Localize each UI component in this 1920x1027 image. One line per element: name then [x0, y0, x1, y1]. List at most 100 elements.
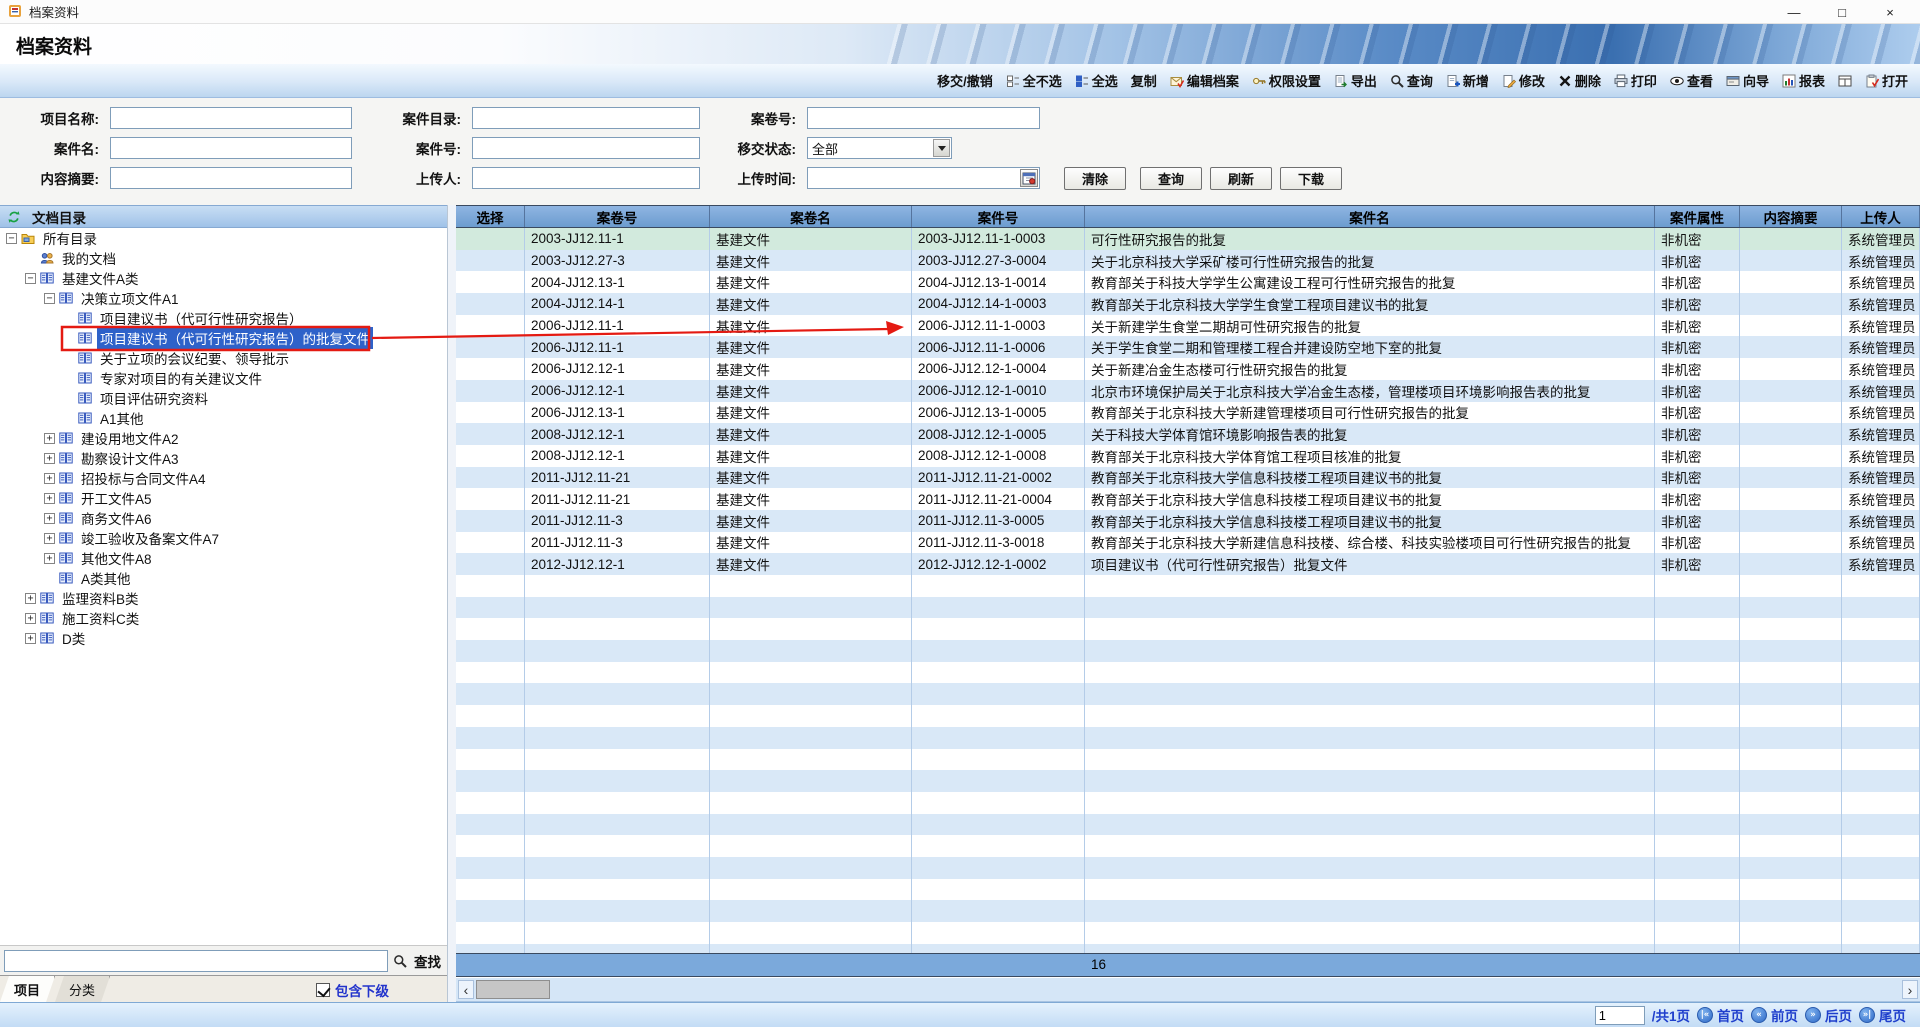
tree-node[interactable]: −基建文件A类	[0, 268, 447, 288]
table-row[interactable]: 2008-JJ12.12-1基建文件2008-JJ12.12-1-0005关于科…	[456, 423, 1920, 445]
expand-icon[interactable]: +	[44, 533, 55, 544]
panel-splitter[interactable]	[448, 205, 456, 1002]
find-button[interactable]: 查找	[393, 951, 441, 971]
expand-icon[interactable]: +	[44, 453, 55, 464]
calendar-icon[interactable]	[1020, 169, 1038, 187]
upload-time-input[interactable]	[807, 167, 1040, 189]
toolbar-button-wizard[interactable]: 向导	[1726, 71, 1769, 90]
tree-node[interactable]: +开工文件A5	[0, 488, 447, 508]
toolbar-button-report[interactable]: 报表	[1782, 71, 1825, 90]
table-row[interactable]: 2006-JJ12.12-1基建文件2006-JJ12.12-1-0004关于新…	[456, 358, 1920, 380]
toolbar-button-permission-settings[interactable]: 权限设置	[1252, 71, 1321, 90]
find-input[interactable]	[4, 950, 388, 972]
expand-icon[interactable]: +	[44, 473, 55, 484]
column-header[interactable]: 案卷号	[525, 206, 710, 227]
tree-node[interactable]: +D类	[0, 628, 447, 648]
toolbar-button-edit-archive[interactable]: 编辑档案	[1170, 71, 1239, 90]
content-summary-input[interactable]	[110, 167, 352, 189]
chevron-down-icon[interactable]	[933, 139, 950, 157]
expand-icon[interactable]: +	[25, 613, 36, 624]
collapse-icon[interactable]: −	[44, 293, 55, 304]
scroll-left-icon[interactable]: ‹	[458, 980, 474, 999]
clear-button[interactable]: 清除	[1064, 167, 1126, 190]
include-children-checkbox[interactable]	[316, 983, 330, 997]
tree-node[interactable]: +其他文件A8	[0, 548, 447, 568]
tab-category[interactable]: 分类	[55, 976, 110, 1002]
tree-node[interactable]: +商务文件A6	[0, 508, 447, 528]
table-row[interactable]: 2004-JJ12.13-1基建文件2004-JJ12.13-1-0014教育部…	[456, 271, 1920, 293]
table-row[interactable]: 2006-JJ12.12-1基建文件2006-JJ12.12-1-0010北京市…	[456, 380, 1920, 402]
column-header[interactable]: 案卷名	[710, 206, 912, 227]
collapse-icon[interactable]: −	[6, 233, 17, 244]
expand-icon[interactable]: +	[25, 633, 36, 644]
column-header[interactable]: 案件属性	[1655, 206, 1740, 227]
case-no-input[interactable]	[472, 137, 700, 159]
case-name-input[interactable]	[110, 137, 352, 159]
first-page-button[interactable]: |« 首页	[1697, 1005, 1744, 1025]
table-row[interactable]: 2011-JJ12.11-3基建文件2011-JJ12.11-3-0018教育部…	[456, 532, 1920, 554]
transfer-status-select[interactable]: 全部	[807, 137, 952, 159]
tree-node[interactable]: +监理资料B类	[0, 588, 447, 608]
tree-node[interactable]: 关于立项的会议纪要、领导批示	[0, 348, 447, 368]
project-name-input[interactable]	[110, 107, 352, 129]
tree-node[interactable]: −所有目录	[0, 228, 447, 248]
column-header[interactable]: 选择	[456, 206, 525, 227]
tree-node[interactable]: +招投标与合同文件A4	[0, 468, 447, 488]
scroll-thumb[interactable]	[476, 980, 550, 999]
toolbar-button-select-all[interactable]: 全选	[1075, 71, 1118, 90]
table-row[interactable]: 2006-JJ12.11-1基建文件2006-JJ12.11-1-0006关于学…	[456, 336, 1920, 358]
prev-page-button[interactable]: « 前页	[1751, 1005, 1798, 1025]
tree-node[interactable]: +勘察设计文件A3	[0, 448, 447, 468]
tree-node[interactable]: +施工资料C类	[0, 608, 447, 628]
next-page-button[interactable]: » 后页	[1805, 1005, 1852, 1025]
case-directory-input[interactable]	[472, 107, 700, 129]
expand-icon[interactable]: +	[44, 433, 55, 444]
refresh-button[interactable]: 刷新	[1210, 167, 1272, 190]
refresh-icon[interactable]	[7, 210, 22, 224]
tree-node[interactable]: A类其他	[0, 568, 447, 588]
close-icon[interactable]: ×	[1866, 0, 1914, 24]
table-row[interactable]: 2012-JJ12.12-1基建文件2012-JJ12.12-1-0002项目建…	[456, 553, 1920, 575]
toolbar-button-view[interactable]: 查看	[1670, 71, 1713, 90]
expand-icon[interactable]: +	[25, 593, 36, 604]
toolbar-button-copy[interactable]: 复制	[1131, 71, 1157, 90]
toolbar-button-query[interactable]: 查询	[1390, 71, 1433, 90]
toolbar-button-grid-view[interactable]	[1838, 74, 1852, 88]
toolbar-button-export[interactable]: 导出	[1334, 71, 1377, 90]
table-row[interactable]: 2004-JJ12.14-1基建文件2004-JJ12.14-1-0003教育部…	[456, 293, 1920, 315]
table-row[interactable]: 2006-JJ12.11-1基建文件2006-JJ12.11-1-0003关于新…	[456, 315, 1920, 337]
page-input[interactable]	[1595, 1006, 1645, 1025]
table-row[interactable]: 2008-JJ12.12-1基建文件2008-JJ12.12-1-0008教育部…	[456, 445, 1920, 467]
table-row[interactable]: 2006-JJ12.13-1基建文件2006-JJ12.13-1-0005教育部…	[456, 402, 1920, 424]
uploader-input[interactable]	[472, 167, 700, 189]
toolbar-button-delete[interactable]: 删除	[1558, 71, 1601, 90]
horizontal-scrollbar[interactable]: ‹ ›	[456, 978, 1920, 1002]
tree-node[interactable]: 我的文档	[0, 248, 447, 268]
expand-icon[interactable]: +	[44, 513, 55, 524]
column-header[interactable]: 案件名	[1085, 206, 1655, 227]
tree-node[interactable]: 项目建议书（代可行性研究报告）	[0, 308, 447, 328]
scroll-right-icon[interactable]: ›	[1902, 980, 1918, 999]
toolbar-button-add-new[interactable]: 新增	[1446, 71, 1489, 90]
tree-node[interactable]: 专家对项目的有关建议文件	[0, 368, 447, 388]
toolbar-button-modify[interactable]: 修改	[1502, 71, 1545, 90]
tree-node[interactable]: +竣工验收及备案文件A7	[0, 528, 447, 548]
tree-node[interactable]: −决策立项文件A1	[0, 288, 447, 308]
download-button[interactable]: 下载	[1280, 167, 1342, 190]
tree-node-selected[interactable]: 项目建议书（代可行性研究报告）的批复文件	[0, 328, 447, 348]
column-header[interactable]: 内容摘要	[1740, 206, 1842, 227]
toolbar-button-open[interactable]: 打开	[1865, 71, 1908, 90]
table-row[interactable]: 2011-JJ12.11-21基建文件2011-JJ12.11-21-0002教…	[456, 467, 1920, 489]
tab-project[interactable]: 项目	[0, 976, 55, 1002]
table-row[interactable]: 2003-JJ12.11-1基建文件2003-JJ12.11-1-0003可行性…	[456, 228, 1920, 250]
tree-node[interactable]: 项目评估研究资料	[0, 388, 447, 408]
minimize-icon[interactable]: —	[1770, 0, 1818, 24]
tree-node[interactable]: A1其他	[0, 408, 447, 428]
last-page-button[interactable]: »| 尾页	[1859, 1005, 1906, 1025]
table-row[interactable]: 2003-JJ12.27-3基建文件2003-JJ12.27-3-0004关于北…	[456, 250, 1920, 272]
table-row[interactable]: 2011-JJ12.11-21基建文件2011-JJ12.11-21-0004教…	[456, 488, 1920, 510]
maximize-icon[interactable]: □	[1818, 0, 1866, 24]
expand-icon[interactable]: +	[44, 493, 55, 504]
expand-icon[interactable]: +	[44, 553, 55, 564]
tree-node[interactable]: +建设用地文件A2	[0, 428, 447, 448]
